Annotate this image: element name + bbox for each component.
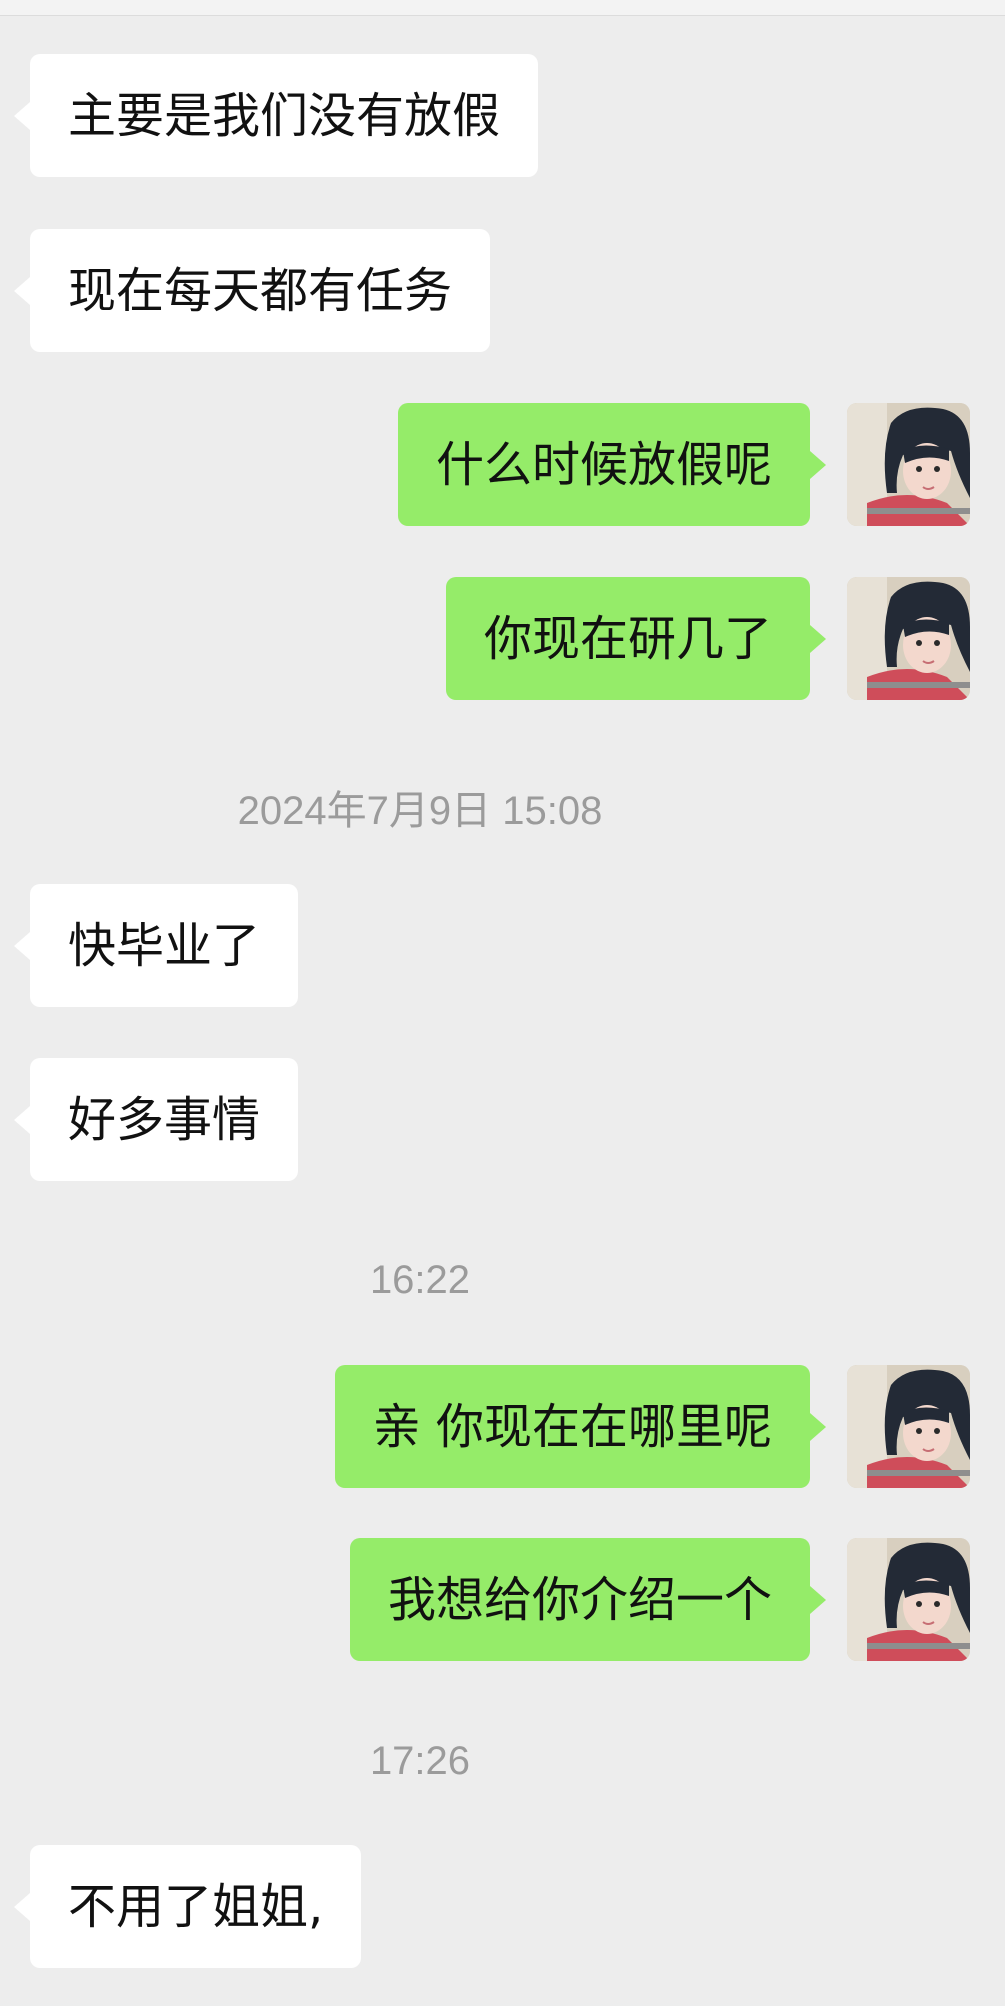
user-avatar[interactable] <box>847 403 970 526</box>
message-text: 亲 你现在在哪里呢 <box>372 1398 772 1455</box>
incoming-message-bubble[interactable]: 主要是我们没有放假 <box>13 54 539 177</box>
user-avatar[interactable] <box>847 1538 970 1661</box>
outgoing-message-bubble[interactable]: 什么时候放假呢 <box>397 403 827 526</box>
outgoing-message-bubble[interactable]: 我想给你介绍一个 <box>349 1538 827 1661</box>
timestamp: 17:26 <box>369 1739 471 1783</box>
message-row: 好多事情 <box>0 1058 1005 1181</box>
outgoing-message-bubble[interactable]: 亲 你现在在哪里呢 <box>334 1365 827 1488</box>
incoming-message-bubble[interactable]: 快毕业了 <box>13 884 299 1007</box>
avatar-photo-icon <box>847 403 970 526</box>
message-text: 快毕业了 <box>68 917 261 974</box>
outgoing-message-bubble[interactable]: 你现在研几了 <box>445 577 827 700</box>
message-row: 快毕业了 <box>0 884 1005 1007</box>
message-row: 亲 你现在在哪里呢 <box>0 1365 1005 1488</box>
incoming-message-bubble[interactable]: 现在每天都有任务 <box>13 229 491 352</box>
message-row: 你现在研几了 <box>0 577 1005 700</box>
message-text: 主要是我们没有放假 <box>68 87 501 144</box>
message-text: 我想给你介绍一个 <box>387 1571 772 1628</box>
message-row: 不用了姐姐, <box>0 1845 1005 1968</box>
message-text: 不用了姐姐, <box>68 1878 324 1935</box>
message-text: 你现在研几了 <box>483 610 772 667</box>
timestamp: 16:22 <box>369 1258 471 1302</box>
message-row: 主要是我们没有放假 <box>0 54 1005 177</box>
avatar-photo-icon <box>847 1365 970 1488</box>
message-text: 好多事情 <box>68 1091 261 1148</box>
message-row: 什么时候放假呢 <box>0 403 1005 526</box>
user-avatar[interactable] <box>847 577 970 700</box>
incoming-message-bubble[interactable]: 好多事情 <box>13 1058 299 1181</box>
incoming-message-bubble[interactable]: 不用了姐姐, <box>13 1845 362 1968</box>
message-row: 现在每天都有任务 <box>0 229 1005 352</box>
message-row: 我想给你介绍一个 <box>0 1538 1005 1661</box>
chat-message-list[interactable]: 主要是我们没有放假 现在每天都有任务 什么时候放假呢 你现在研几了 2024年7… <box>0 0 1005 2006</box>
user-avatar[interactable] <box>847 1365 970 1488</box>
message-text: 什么时候放假呢 <box>435 436 772 493</box>
timestamp: 2024年7月9日 15:08 <box>237 789 603 833</box>
avatar-photo-icon <box>847 1538 970 1661</box>
avatar-photo-icon <box>847 577 970 700</box>
message-text: 现在每天都有任务 <box>68 262 453 319</box>
